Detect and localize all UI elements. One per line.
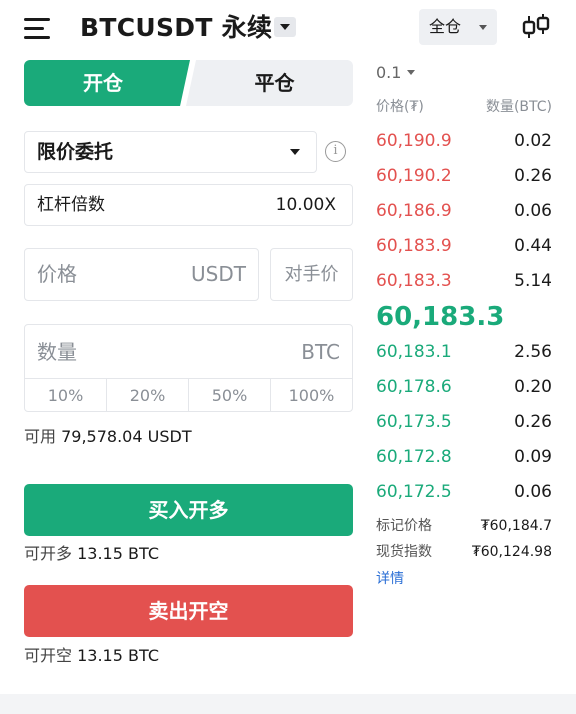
buy-open-long-button[interactable]: 买入开多 xyxy=(24,484,353,536)
bid-price: 60,173.5 xyxy=(376,412,452,432)
price-input[interactable]: 价格 USDT xyxy=(24,248,259,301)
ask-price: 60,186.9 xyxy=(376,201,452,221)
bid-price: 60,183.1 xyxy=(376,342,452,362)
menu-icon[interactable] xyxy=(24,16,52,40)
info-icon[interactable]: i xyxy=(325,141,346,162)
percent-50-button[interactable]: 50% xyxy=(189,379,271,411)
margin-mode-select[interactable]: 全仓 xyxy=(419,9,497,45)
chevron-down-icon xyxy=(479,25,487,30)
can-open-short: 可开空 13.15 BTC xyxy=(24,645,159,667)
ask-price: 60,183.9 xyxy=(376,236,452,256)
leverage-label: 杠杆倍数 xyxy=(37,195,105,215)
spot-index-label: 现货指数 xyxy=(376,544,432,560)
can-open-long: 可开多 13.15 BTC xyxy=(24,543,159,565)
leverage-selector[interactable]: 杠杆倍数 10.00X xyxy=(24,184,353,226)
quantity-input-group[interactable]: 数量 BTC 10% 20% 50% 100% xyxy=(24,324,353,412)
available-label: 可用 xyxy=(24,427,57,446)
ask-qty: 5.14 xyxy=(514,271,552,291)
last-price: 60,183.3 xyxy=(376,302,505,332)
percent-selector: 10% 20% 50% 100% xyxy=(25,378,352,411)
ask-qty: 0.44 xyxy=(514,236,552,256)
bid-price: 60,172.5 xyxy=(376,482,452,502)
bid-price: 60,172.8 xyxy=(376,447,452,467)
bid-row[interactable]: 60,172.5 0.06 xyxy=(376,480,552,504)
chevron-down-icon xyxy=(290,149,300,155)
quantity-unit: BTC xyxy=(301,340,340,364)
tab-close-position[interactable]: 平仓 xyxy=(186,60,353,106)
available-value: 79,578.04 USDT xyxy=(61,427,192,446)
ask-price: 60,183.3 xyxy=(376,271,452,291)
bid-qty: 0.26 xyxy=(514,412,552,432)
quantity-column-header: 数量(BTC) xyxy=(485,99,552,115)
bid-row[interactable]: 60,173.5 0.26 xyxy=(376,410,552,434)
ask-qty: 0.06 xyxy=(514,201,552,221)
bid-price: 60,178.6 xyxy=(376,377,452,397)
sell-open-short-button[interactable]: 卖出开空 xyxy=(24,585,353,637)
price-column-header: 价格(₮) xyxy=(376,99,424,115)
mark-price-row: 标记价格 ₮60,184.7 xyxy=(376,515,552,537)
margin-mode-label: 全仓 xyxy=(429,17,462,36)
mark-price-value: ₮60,184.7 xyxy=(480,518,552,534)
ask-row[interactable]: 60,190.2 0.26 xyxy=(376,164,552,188)
bid-qty: 0.20 xyxy=(514,377,552,397)
ask-qty: 0.26 xyxy=(514,166,552,186)
can-short-value: 13.15 BTC xyxy=(77,646,159,665)
price-unit: USDT xyxy=(191,262,246,286)
percent-20-button[interactable]: 20% xyxy=(107,379,189,411)
bid-qty: 2.56 xyxy=(514,342,552,362)
spot-index-row: 现货指数 ₮60,124.98 xyxy=(376,541,552,563)
ask-price: 60,190.2 xyxy=(376,166,452,186)
bid-qty: 0.06 xyxy=(514,482,552,502)
chevron-down-icon xyxy=(407,70,416,75)
candlestick-icon[interactable] xyxy=(520,12,552,42)
tab-open-position[interactable]: 开仓 xyxy=(24,60,190,106)
ask-row[interactable]: 60,186.9 0.06 xyxy=(376,199,552,223)
depth-value: 0.1 xyxy=(376,63,402,82)
ask-price: 60,190.9 xyxy=(376,131,452,151)
depth-select[interactable]: 0.1 xyxy=(376,62,416,84)
bid-row[interactable]: 60,183.1 2.56 xyxy=(376,340,552,364)
bid-row[interactable]: 60,172.8 0.09 xyxy=(376,445,552,469)
quantity-placeholder: 数量 xyxy=(37,340,77,364)
mark-price-label: 标记价格 xyxy=(376,518,432,534)
spot-index-value: ₮60,124.98 xyxy=(471,544,552,560)
ask-row[interactable]: 60,183.3 5.14 xyxy=(376,269,552,293)
bottom-bar xyxy=(0,694,576,714)
bid-row[interactable]: 60,178.6 0.20 xyxy=(376,375,552,399)
counterparty-price-button[interactable]: 对手价 xyxy=(270,248,353,301)
can-long-value: 13.15 BTC xyxy=(77,544,159,563)
ask-qty: 0.02 xyxy=(514,131,552,151)
caret-down-icon[interactable] xyxy=(274,17,296,37)
ask-row[interactable]: 60,183.9 0.44 xyxy=(376,234,552,258)
can-short-label: 可开空 xyxy=(24,646,73,665)
page-title[interactable]: BTCUSDT 永续 xyxy=(80,12,272,44)
percent-10-button[interactable]: 10% xyxy=(25,379,107,411)
available-balance: 可用 79,578.04 USDT xyxy=(24,426,192,448)
percent-100-button[interactable]: 100% xyxy=(271,379,352,411)
details-link[interactable]: 详情 xyxy=(376,568,404,590)
order-type-label: 限价委托 xyxy=(37,141,114,163)
can-long-label: 可开多 xyxy=(24,544,73,563)
leverage-value: 10.00X xyxy=(275,195,336,215)
order-type-select[interactable]: 限价委托 xyxy=(24,131,317,173)
ask-row[interactable]: 60,190.9 0.02 xyxy=(376,129,552,153)
bid-qty: 0.09 xyxy=(514,447,552,467)
price-placeholder: 价格 xyxy=(37,262,77,286)
